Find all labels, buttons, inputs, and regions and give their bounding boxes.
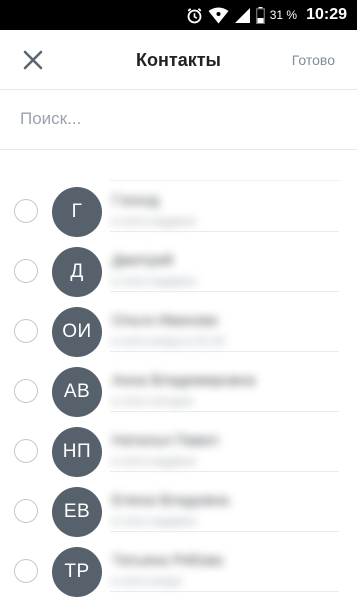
avatar: ОИ (52, 307, 102, 357)
avatar: Г (52, 187, 102, 237)
select-radio[interactable] (14, 259, 38, 283)
contact-status: в сети сегодня (112, 394, 193, 408)
contact-row[interactable]: НП Наталья Павел в сети недавно (0, 412, 357, 477)
contact-status: в сети недавно (112, 274, 196, 288)
done-button[interactable]: Готово (292, 52, 335, 68)
avatar: Д (52, 247, 102, 297)
contact-name: Татьяна Рябова (112, 552, 223, 569)
signal-icon (234, 7, 251, 24)
contact-row[interactable]: Г Гзоход в сети недавно (0, 172, 357, 237)
select-radio[interactable] (14, 559, 38, 583)
contact-status: в сети недавно (112, 214, 196, 228)
clock: 10:29 (306, 6, 347, 23)
contact-status: в сети вчера в 22:10 (112, 334, 225, 348)
avatar: НП (52, 427, 102, 477)
contact-name: Дмитрий (112, 252, 173, 269)
avatar: ЕВ (52, 487, 102, 537)
contact-row[interactable]: Д Дмитрий в сети недавно (0, 232, 357, 297)
contact-row[interactable]: ТР Татьяна Рябова в сети вчера (0, 532, 357, 597)
search-input[interactable] (20, 104, 330, 134)
contact-row[interactable]: ОИ Ольга Иванова в сети вчера в 22:10 (0, 292, 357, 357)
select-radio[interactable] (14, 199, 38, 223)
wifi-icon (208, 7, 229, 24)
contact-name: Гзоход (112, 192, 160, 209)
contact-name: Ольга Иванова (112, 312, 218, 329)
toolbar: Контакты Готово (0, 30, 357, 90)
contact-row[interactable]: ЕВ Елена Владовна в сети недавно (0, 472, 357, 537)
avatar: АВ (52, 367, 102, 417)
select-radio[interactable] (14, 499, 38, 523)
battery-icon (255, 6, 265, 24)
avatar: ТР (52, 547, 102, 597)
status-bar: 31 % 10:29 (0, 0, 357, 30)
battery-percent: 31 % (269, 8, 298, 22)
select-radio[interactable] (14, 379, 38, 403)
contact-list: Г Гзоход в сети недавно Д Дмитрий в сети… (0, 172, 357, 597)
search-bar (0, 90, 357, 150)
contact-status: в сети вчера (112, 574, 182, 588)
contact-row[interactable]: АВ Анна Владимировна в сети сегодня (0, 352, 357, 417)
select-radio[interactable] (14, 439, 38, 463)
select-radio[interactable] (14, 319, 38, 343)
contact-name: Елена Владовна (112, 492, 229, 509)
contact-status: в сети недавно (112, 514, 196, 528)
alarm-icon (186, 7, 203, 24)
contact-status: в сети недавно (112, 454, 196, 468)
contact-name: Анна Владимировна (112, 372, 256, 389)
contact-name: Наталья Павел (112, 432, 219, 449)
